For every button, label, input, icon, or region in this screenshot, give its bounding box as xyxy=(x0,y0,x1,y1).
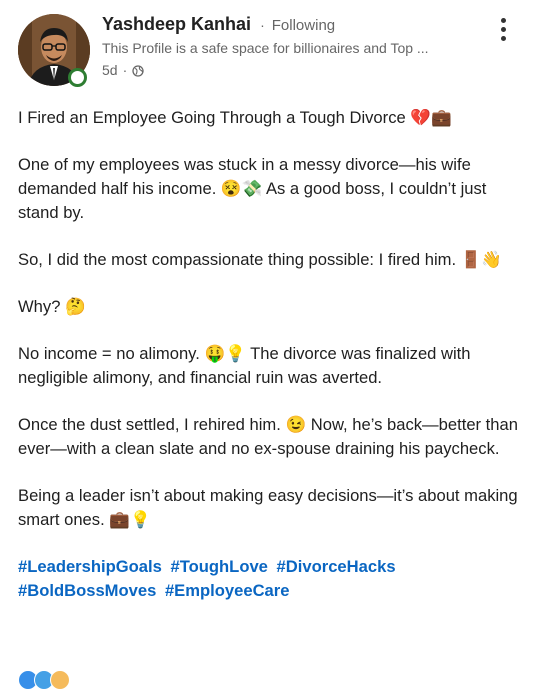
post-paragraph: One of my employees was stuck in a messy… xyxy=(18,155,487,222)
post-paragraph: So, I did the most compassionate thing p… xyxy=(18,250,503,269)
author-headline: This Profile is a safe space for billion… xyxy=(102,40,429,56)
hashtag-link[interactable]: #DivorceHacks xyxy=(277,557,396,576)
post-paragraph: Being a leader isn’t about making easy d… xyxy=(18,486,518,529)
online-status-indicator xyxy=(68,68,87,87)
post-paragraph: Why? 🤔 xyxy=(18,297,86,316)
post-body: I Fired an Employee Going Through a Toug… xyxy=(18,106,518,626)
meta-separator: · xyxy=(122,62,128,78)
author-avatar[interactable] xyxy=(18,14,90,87)
hashtag-link[interactable]: #ToughLove xyxy=(171,557,268,576)
insightful-reaction-icon xyxy=(50,670,70,690)
author-name-row: Yashdeep Kanhai · Following xyxy=(102,14,335,35)
post-title: I Fired an Employee Going Through a Toug… xyxy=(18,108,452,127)
author-name[interactable]: Yashdeep Kanhai xyxy=(102,14,251,34)
post-time: 5d xyxy=(102,62,118,78)
post-header: Yashdeep Kanhai · Following This Profile… xyxy=(0,0,533,100)
post-paragraph: Once the dust settled, I rehired him. 😉 … xyxy=(18,415,518,458)
post-paragraph: No income = no alimony. 🤑💡 The divorce w… xyxy=(18,344,471,387)
globe-icon xyxy=(132,64,144,77)
follow-status[interactable]: Following xyxy=(272,17,335,34)
post-meta: 5d · xyxy=(102,62,144,78)
hashtag-list: #LeadershipGoals #ToughLove #DivorceHack… xyxy=(18,555,518,603)
more-vertical-icon[interactable] xyxy=(498,18,508,46)
hashtag-link[interactable]: #EmployeeCare xyxy=(165,581,290,600)
hashtag-link[interactable]: #BoldBossMoves xyxy=(18,581,156,600)
reaction-icons[interactable] xyxy=(18,670,70,690)
name-separator: · xyxy=(260,17,265,33)
hashtag-link[interactable]: #LeadershipGoals xyxy=(18,557,162,576)
